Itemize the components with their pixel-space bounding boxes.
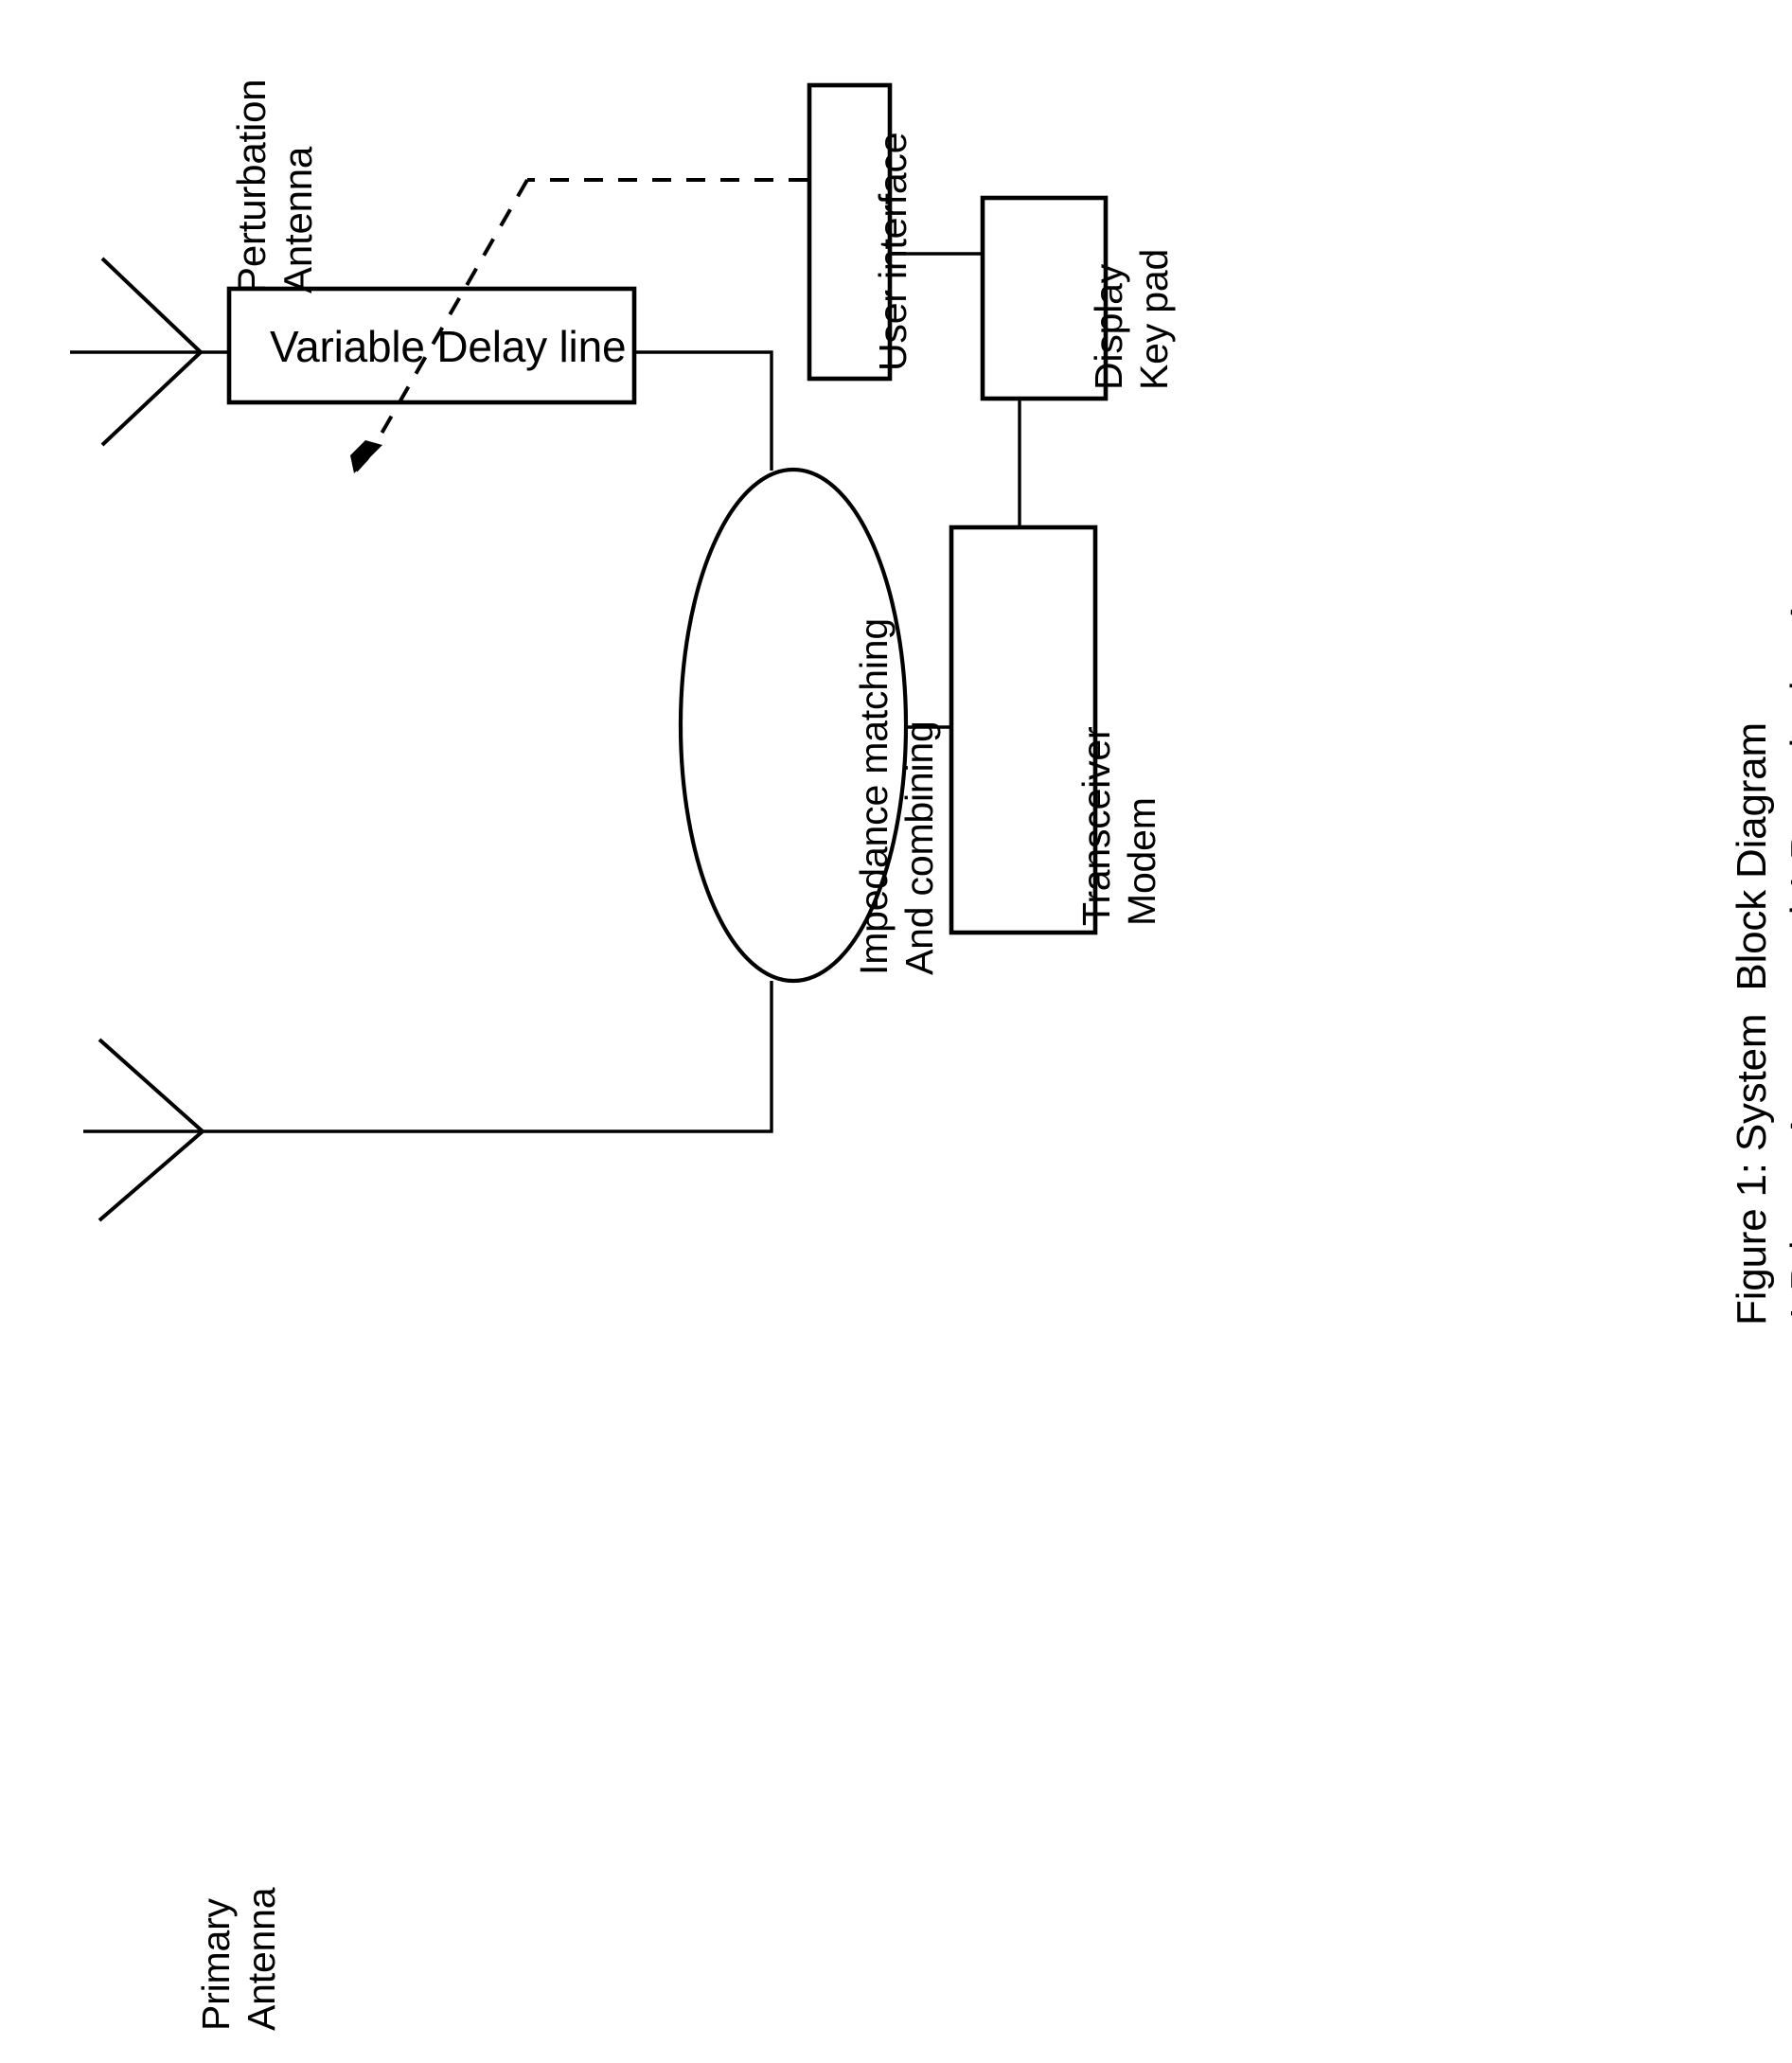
primary-antenna-symbol [83, 1038, 204, 1222]
perturbation-antenna-lower-arm [100, 350, 203, 447]
perturbation-antenna-upper-arm [100, 257, 203, 354]
perturbation-antenna-label: Perturbation Antenna [229, 80, 321, 293]
perturbation-antenna-label-line1: Perturbation [229, 79, 274, 293]
transceiver-modem-label-line2: Modem [1119, 797, 1163, 926]
link-primary-antenna-to-impedance [203, 981, 773, 1133]
user-interface-label: User interface [871, 132, 914, 371]
primary-antenna-label-line1: Primary [194, 1898, 238, 2031]
primary-antenna-lower-arm [98, 1129, 204, 1222]
impedance-matching-label-line2: And combining [896, 720, 941, 975]
transceiver-modem-label-line1: Transceiver [1074, 726, 1118, 926]
transceiver-modem-label: Transceiver Modem [1074, 727, 1164, 926]
primary-antenna-label-line2: Antenna [239, 1887, 283, 2031]
impedance-matching-label-line1: Impedance matching [852, 617, 896, 975]
display-keypad-label-line2: Key pad [1131, 248, 1176, 390]
figure-caption-line1: Figure 1: System Block Diagram [1729, 722, 1775, 1325]
figure-caption-line2: 1 Primary Antenna and 1 Perturbation Ant… [1783, 471, 1792, 1325]
primary-antenna-label: Primary Antenna [194, 1888, 284, 2031]
variable-delay-line-label: Variable Delay line [270, 322, 627, 371]
link-delayline-to-impedance [634, 350, 773, 471]
perturbation-antenna-label-line2: Antenna [275, 146, 320, 293]
figure-caption: Figure 1: System Block Diagram 1 Primary … [1725, 472, 1792, 1325]
dashed-link-arrowhead [350, 440, 382, 473]
impedance-matching-label: Impedance matching And combining [852, 618, 942, 975]
perturbation-antenna-symbol [70, 257, 203, 447]
display-keypad-label-line1: Display [1087, 263, 1130, 390]
display-keypad-label: Display Key pad [1087, 249, 1177, 390]
primary-antenna-upper-arm [98, 1038, 204, 1133]
figure-page: Perturbation Antenna Variable Delay line … [0, 0, 1792, 2063]
